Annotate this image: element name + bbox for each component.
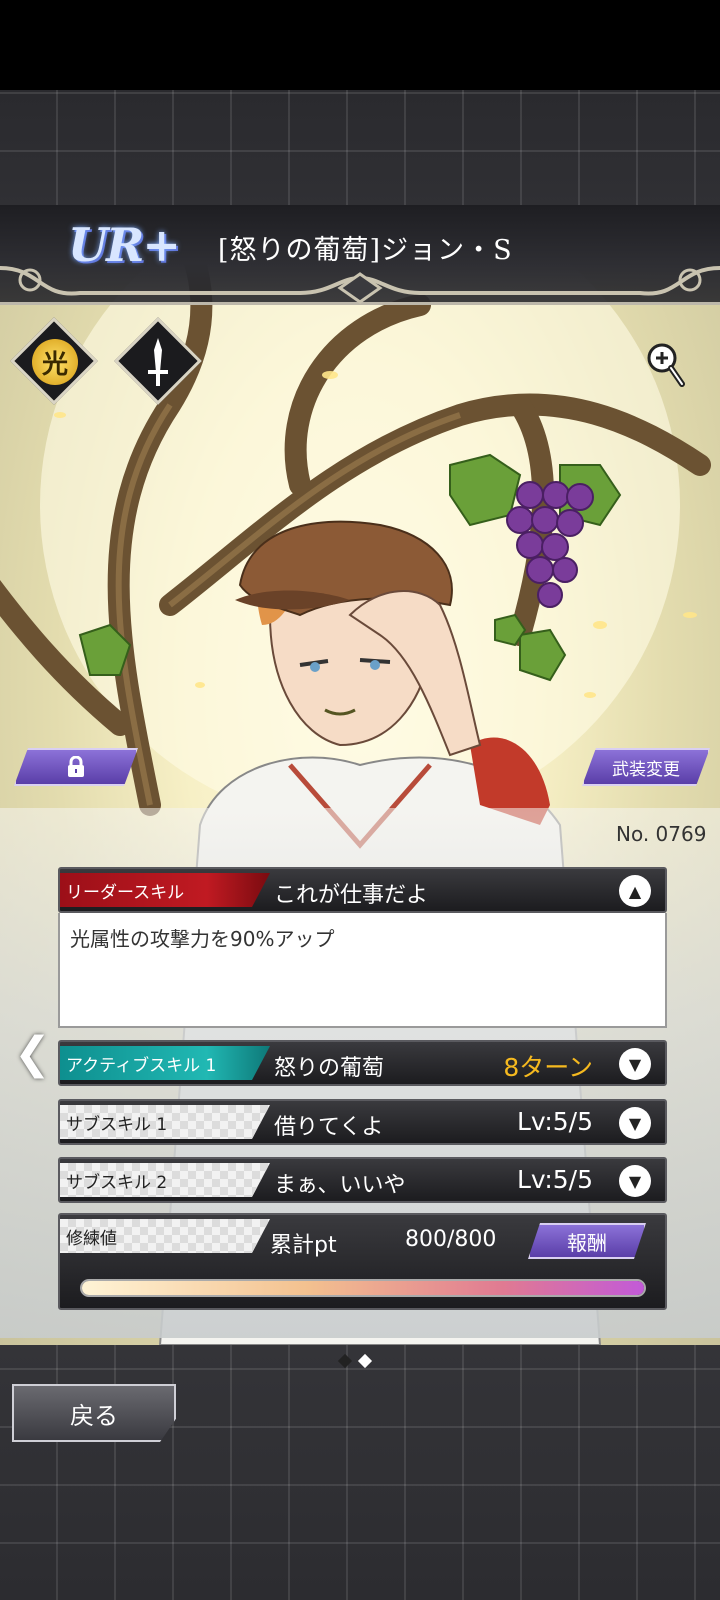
active-skill-name: 怒りの葡萄: [274, 1056, 385, 1081]
page-indicator: [337, 1353, 373, 1369]
sub-skill-row[interactable]: サブスキル 2 まぁ、いいや Lv:5/5 ▼: [58, 1157, 667, 1203]
active-skill-row[interactable]: アクティブスキル 1 怒りの葡萄 8ターン ▼: [58, 1040, 667, 1086]
training-tag: 修練値: [60, 1219, 270, 1253]
leader-skill-name: これが仕事だよ: [274, 883, 429, 908]
previous-page-arrow[interactable]: ❮: [14, 1028, 51, 1079]
back-button[interactable]: 戻る: [12, 1384, 176, 1442]
sub-skill-name: まぁ、いいや: [274, 1173, 406, 1198]
sub-skill-tag: サブスキル 1: [60, 1105, 270, 1139]
training-pt-label: 累計pt: [270, 1233, 337, 1258]
training-progress-bar: [80, 1279, 646, 1297]
status-bar: [0, 0, 720, 90]
collapse-toggle-icon[interactable]: ▲: [619, 875, 651, 907]
sub-skill-row[interactable]: サブスキル 1 借りてくよ Lv:5/5 ▼: [58, 1099, 667, 1145]
ornament-divider: [0, 266, 720, 304]
sub-skill-level: Lv:5/5: [516, 1165, 593, 1194]
expand-toggle-icon[interactable]: ▼: [619, 1165, 651, 1197]
card-number: No. 0769: [616, 822, 707, 846]
active-skill-tag: アクティブスキル 1: [60, 1046, 270, 1080]
lock-button[interactable]: [14, 748, 138, 786]
leader-skill-row[interactable]: リーダースキル これが仕事だよ ▲: [58, 867, 667, 913]
lock-icon: [66, 756, 86, 778]
reward-button[interactable]: 報酬: [528, 1223, 646, 1259]
zoom-in-icon[interactable]: [646, 342, 686, 390]
training-pt-value: 800/800: [405, 1227, 497, 1252]
active-skill-turns: 8ターン: [503, 1053, 593, 1082]
page-dot-active: [337, 1353, 353, 1369]
training-row: 修練値 累計pt 800/800 報酬: [58, 1213, 667, 1310]
leader-skill-tag: リーダースキル: [60, 873, 270, 907]
page-dot: [357, 1353, 373, 1369]
light-attribute-icon: 光: [32, 339, 78, 385]
sword-icon: [148, 338, 168, 386]
equip-change-button[interactable]: 武装変更: [582, 748, 710, 786]
sub-skill-level: Lv:5/5: [516, 1107, 593, 1136]
expand-toggle-icon[interactable]: ▼: [619, 1048, 651, 1080]
leader-skill-description: 光属性の攻撃力を90%アップ: [58, 913, 667, 1028]
training-progress-fill: [82, 1281, 644, 1295]
expand-toggle-icon[interactable]: ▼: [619, 1107, 651, 1139]
sub-skill-name: 借りてくよ: [274, 1115, 384, 1140]
sub-skill-tag: サブスキル 2: [60, 1163, 270, 1197]
